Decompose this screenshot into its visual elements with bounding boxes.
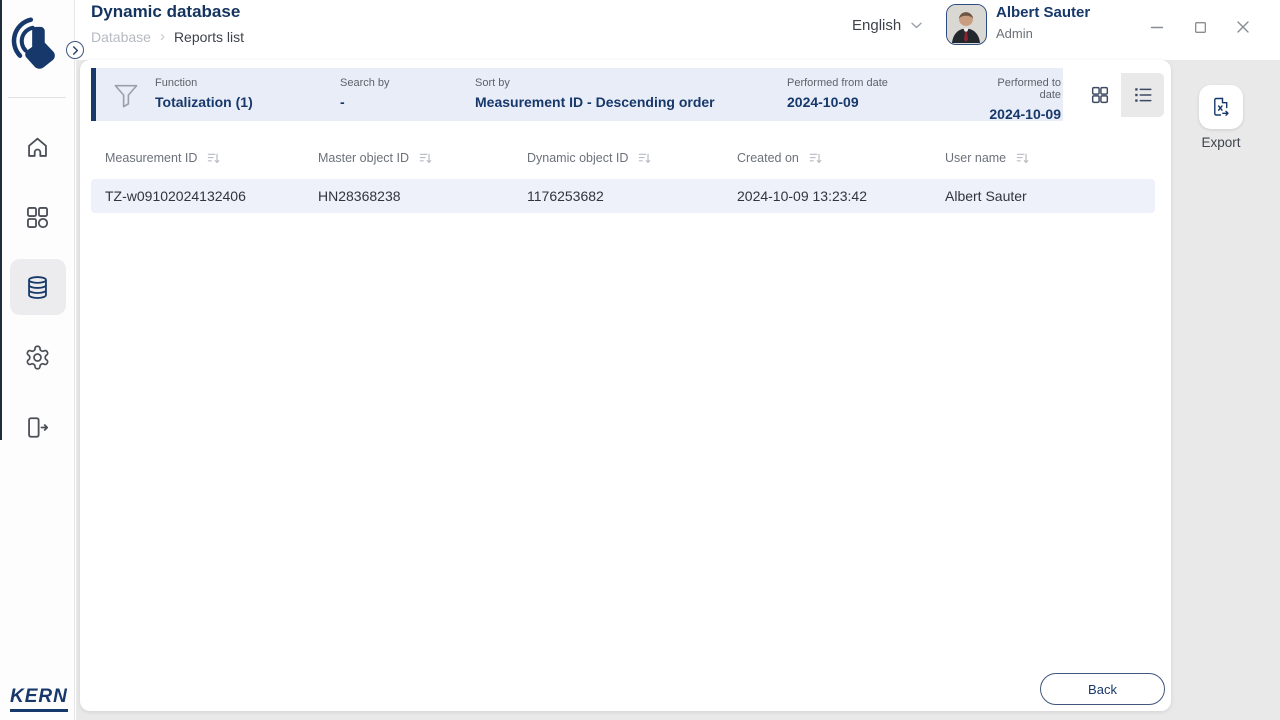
kern-logo: KERN — [10, 686, 68, 712]
screen-edge-strip — [0, 0, 2, 440]
home-icon — [24, 134, 51, 161]
logout-icon — [24, 414, 51, 441]
breadcrumb-current: Reports list — [173, 28, 244, 45]
close-button[interactable] — [1230, 14, 1256, 40]
filter-function: Function Totalization (1) — [155, 68, 340, 121]
sort-icon[interactable] — [809, 152, 822, 165]
back-button-label: Back — [1088, 681, 1117, 697]
window-controls — [1144, 14, 1256, 40]
page-title: Dynamic database — [91, 2, 241, 21]
top-header: Dynamic database Database › Reports list… — [76, 0, 1280, 60]
column-label: Measurement ID — [105, 151, 198, 165]
filter-performed-from: Performed from date 2024-10-09 — [787, 68, 977, 121]
cell-created-on: 2024-10-09 13:23:42 — [737, 188, 867, 204]
sidebar-item-home[interactable] — [0, 112, 75, 182]
filter-value: 2024-10-09 — [787, 94, 859, 110]
file-export-icon — [1209, 95, 1233, 119]
sort-icon[interactable] — [419, 152, 432, 165]
breadcrumb: Database › Reports list — [91, 28, 244, 45]
column-dynamic-object-id: Dynamic object ID — [527, 151, 737, 165]
sidebar-nav — [0, 112, 75, 462]
avatar — [946, 4, 987, 45]
language-selector[interactable]: English — [852, 17, 922, 34]
database-icon — [24, 274, 51, 301]
filter-label: Function — [155, 77, 198, 89]
breadcrumb-parent[interactable]: Database — [91, 29, 151, 45]
apps-icon — [24, 204, 51, 231]
cell-dynamic-object-id: 1176253682 — [527, 188, 604, 204]
view-toggle — [1078, 73, 1164, 117]
sidebar-item-settings[interactable] — [0, 322, 75, 392]
sidebar-item-logout[interactable] — [0, 392, 75, 462]
filter-sort-by: Sort by Measurement ID - Descending orde… — [475, 68, 787, 121]
filter-value: Measurement ID - Descending order — [475, 94, 715, 110]
expand-sidebar-button[interactable] — [66, 41, 84, 59]
funnel-icon[interactable] — [96, 68, 155, 121]
maximize-button[interactable] — [1187, 14, 1213, 40]
export-group: Export — [1199, 85, 1243, 150]
column-label: User name — [945, 151, 1007, 165]
sidebar-item-functions[interactable] — [0, 182, 75, 252]
export-button[interactable] — [1199, 85, 1243, 129]
filter-value: 2024-10-09 — [989, 106, 1061, 122]
gear-icon — [24, 344, 51, 371]
list-view-button[interactable] — [1121, 73, 1164, 117]
touch-gesture-logo-icon — [11, 14, 65, 74]
user-info: Albert Sauter Admin — [996, 4, 1090, 45]
sort-icon[interactable] — [207, 152, 220, 165]
user-menu[interactable]: Albert Sauter Admin — [946, 4, 1090, 45]
column-measurement-id: Measurement ID — [91, 151, 318, 165]
chevron-down-icon — [911, 22, 922, 29]
column-label: Master object ID — [318, 151, 410, 165]
filter-search-by: Search by - — [340, 68, 475, 121]
sort-icon[interactable] — [638, 152, 651, 165]
grid-view-button[interactable] — [1078, 73, 1121, 117]
breadcrumb-chevron-icon: › — [159, 28, 165, 45]
filter-value: - — [340, 94, 345, 110]
filter-label: Performed to date — [997, 77, 1061, 101]
user-role: Admin — [996, 26, 1033, 41]
filter-value: Totalization (1) — [155, 94, 253, 110]
sort-icon[interactable] — [1016, 152, 1029, 165]
column-master-object-id: Master object ID — [318, 151, 527, 165]
minimize-button[interactable] — [1144, 14, 1170, 40]
filter-summary-bar[interactable]: Function Totalization (1) Search by - So… — [91, 68, 1063, 122]
sidebar-item-database[interactable] — [0, 252, 75, 322]
language-value: English — [852, 17, 902, 34]
column-created-on: Created on — [737, 151, 945, 165]
cell-measurement-id: TZ-w09102024132406 — [105, 188, 246, 204]
sidebar-divider — [8, 97, 66, 98]
table-row[interactable]: TZ-w09102024132406 HN28368238 1176253682… — [91, 179, 1155, 213]
reports-card: Function Totalization (1) Search by - So… — [80, 60, 1171, 711]
user-name: Albert Sauter — [996, 4, 1091, 21]
table-header: Measurement ID Master object ID Dynamic … — [91, 144, 1155, 172]
grid-view-icon — [1089, 84, 1111, 106]
column-label: Created on — [737, 151, 799, 165]
filter-label: Performed from date — [787, 77, 888, 89]
column-user-name: User name — [945, 151, 1155, 165]
list-view-icon — [1132, 84, 1154, 106]
cell-master-object-id: HN28368238 — [318, 188, 401, 204]
filter-performed-to: Performed to date 2024-10-09 — [977, 68, 1063, 122]
column-label: Dynamic object ID — [527, 151, 629, 165]
export-label: Export — [1201, 135, 1241, 150]
filter-label: Search by — [340, 77, 390, 89]
cell-user-name: Albert Sauter — [945, 188, 1027, 204]
filter-label: Sort by — [475, 77, 510, 89]
sidebar: KERN — [0, 0, 75, 720]
back-button[interactable]: Back — [1040, 673, 1165, 705]
